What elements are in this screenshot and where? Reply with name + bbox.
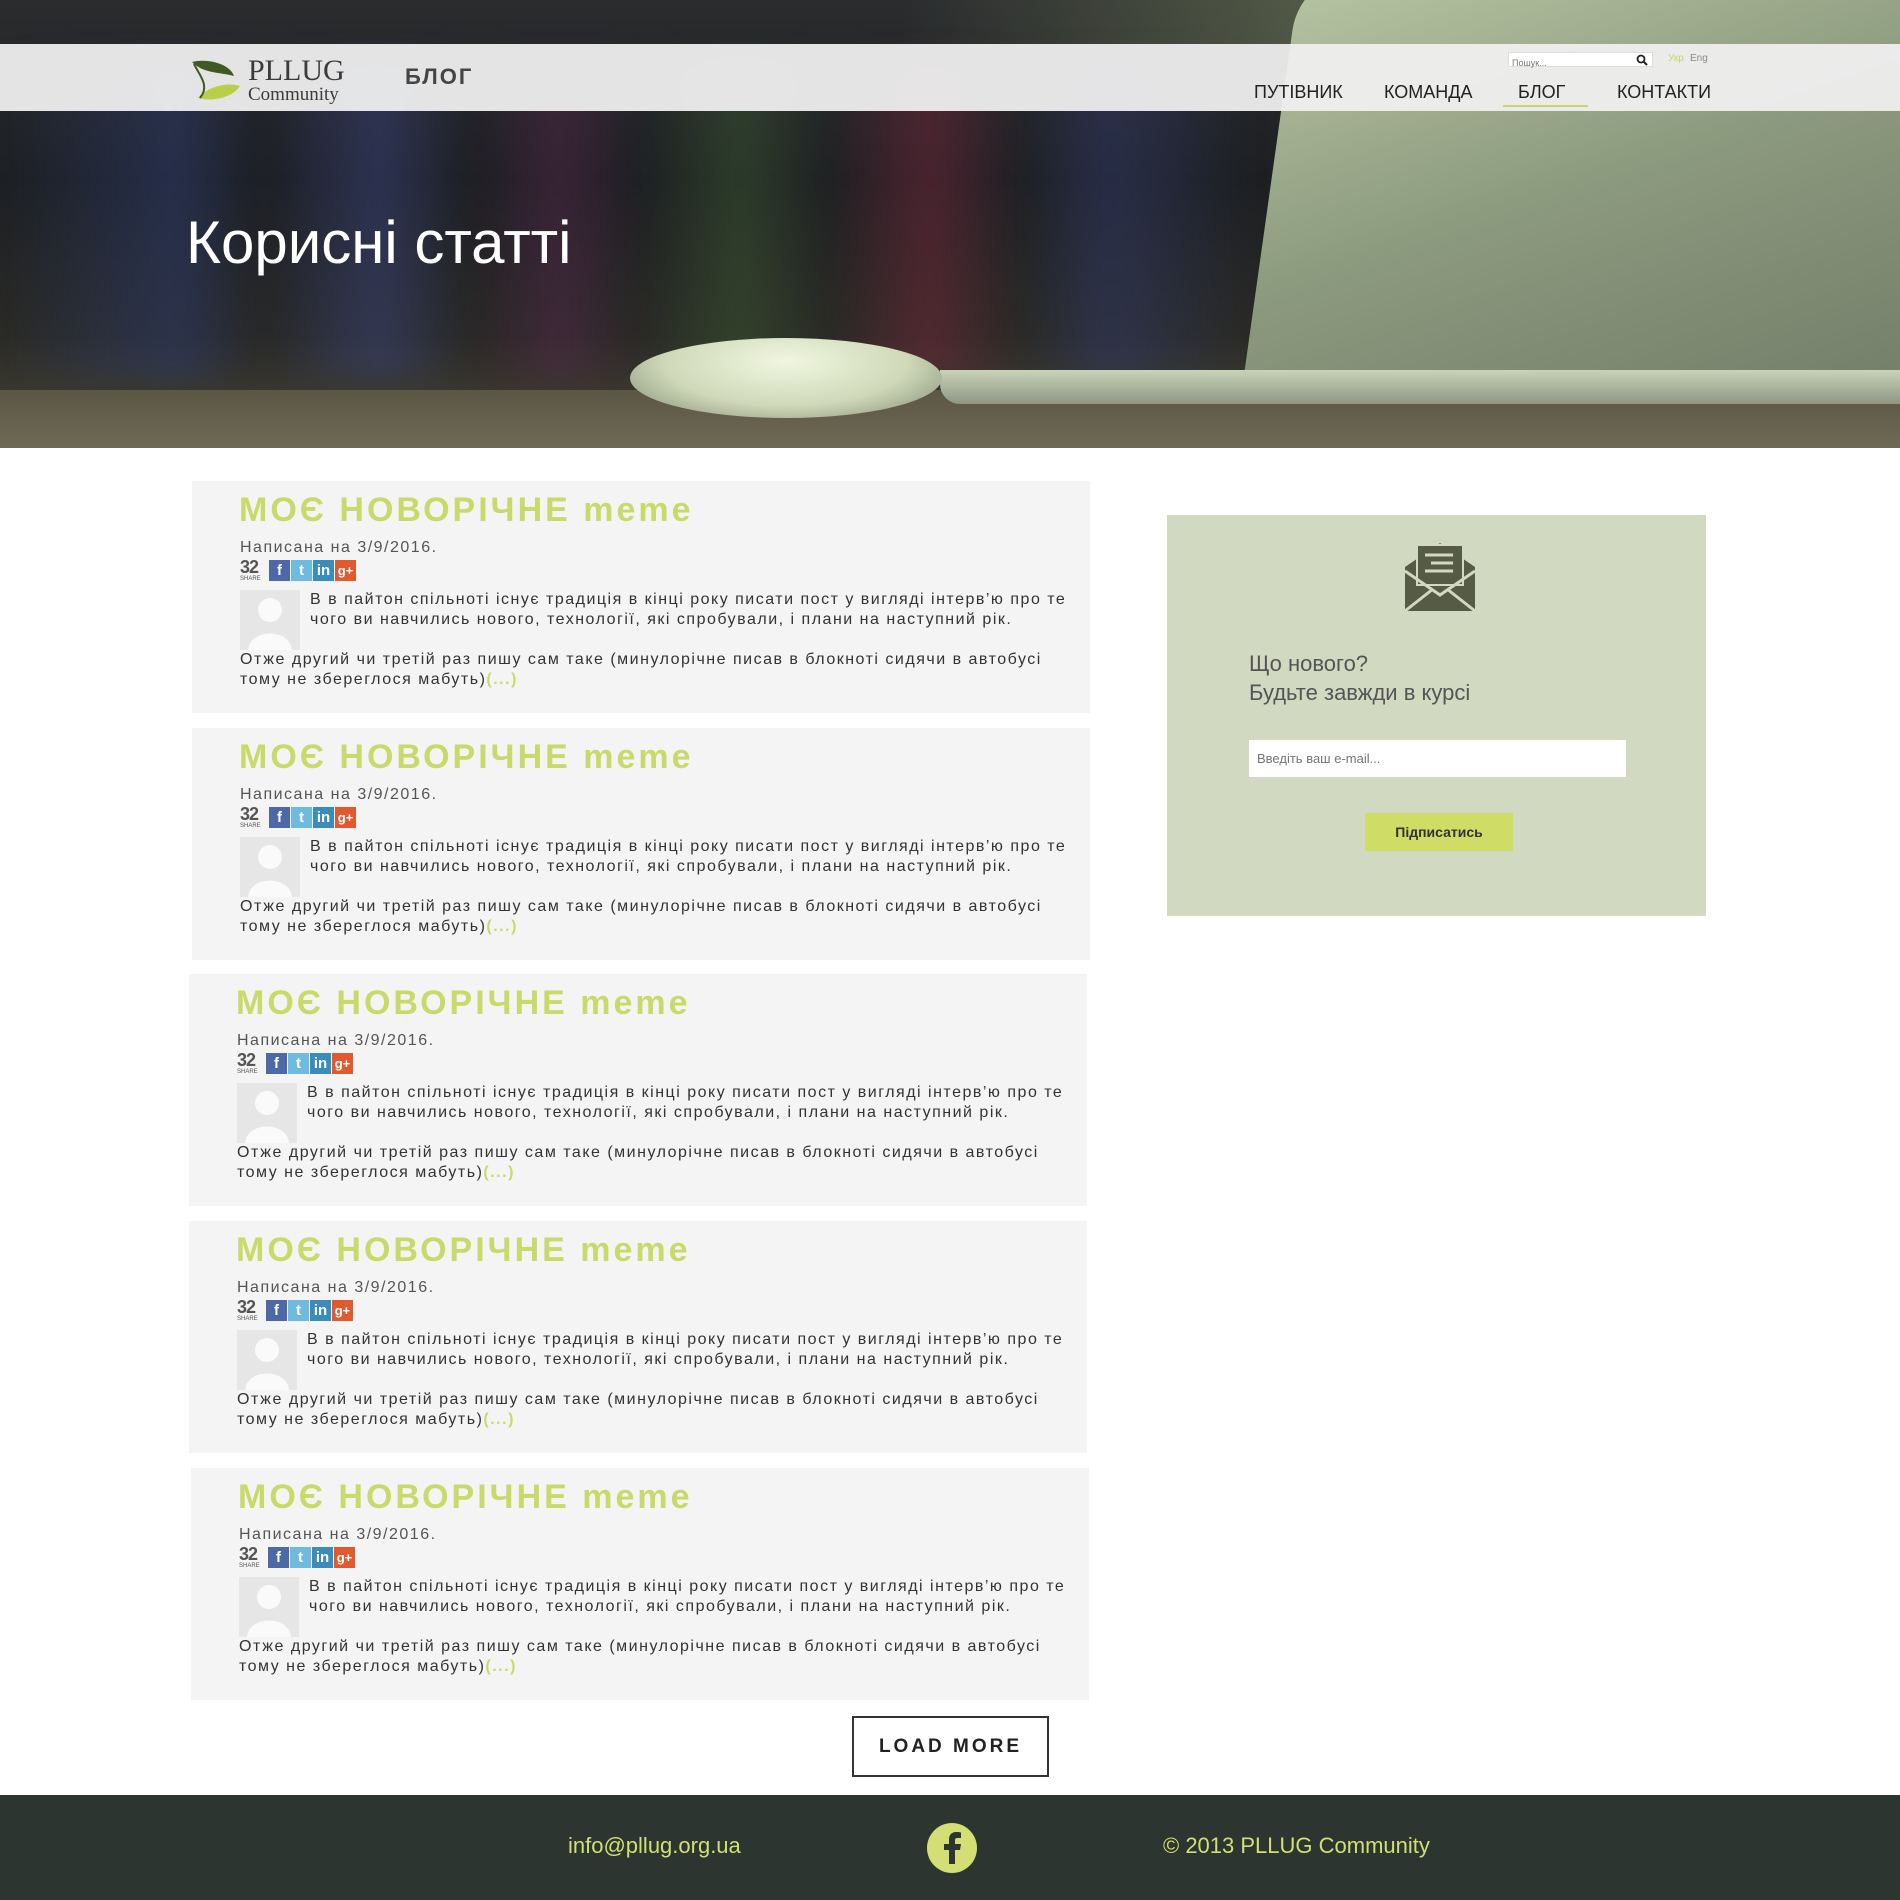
avatar bbox=[240, 837, 300, 897]
section-label: БЛОГ bbox=[405, 64, 474, 89]
share-bar: 32 SHARE f t in g+ bbox=[240, 804, 357, 829]
read-more-link[interactable]: (...) bbox=[486, 918, 518, 935]
linkedin-share-icon[interactable]: in bbox=[313, 560, 334, 581]
twitter-share-icon[interactable]: t bbox=[288, 1300, 309, 1321]
twitter-share-icon[interactable]: t bbox=[291, 560, 312, 581]
post-title[interactable]: МОЄ НОВОРІЧНЕ meme bbox=[236, 1231, 691, 1270]
post-excerpt: В в пайтон спільноті існує традиція в кі… bbox=[307, 1084, 1064, 1121]
subscribe-widget: Що нового? Будьте завжди в курсі Підписа… bbox=[1167, 515, 1706, 916]
avatar bbox=[240, 590, 300, 650]
post-date: Написана на 3/9/2016. bbox=[237, 1032, 435, 1049]
googleplus-share-icon[interactable]: g+ bbox=[332, 1300, 353, 1321]
hero-mouse-image bbox=[630, 338, 942, 418]
nav-item-contacts[interactable]: КОНТАКТИ bbox=[1617, 82, 1711, 103]
post-card: МОЄ НОВОРІЧНЕ meme Написана на 3/9/2016.… bbox=[189, 974, 1087, 1206]
post-title[interactable]: МОЄ НОВОРІЧНЕ meme bbox=[238, 1478, 693, 1517]
post-excerpt: В в пайтон спільноті існує традиція в кі… bbox=[307, 1331, 1064, 1368]
post-excerpt: В в пайтон спільноті існує традиція в кі… bbox=[309, 1578, 1066, 1615]
nav-active-indicator bbox=[1503, 105, 1588, 107]
post-card: МОЄ НОВОРІЧНЕ meme Написана на 3/9/2016.… bbox=[192, 728, 1090, 960]
lang-en-link[interactable]: Eng bbox=[1690, 53, 1708, 64]
share-bar: 32 SHARE f t in g+ bbox=[239, 1544, 356, 1569]
post-card: МОЄ НОВОРІЧНЕ meme Написана на 3/9/2016.… bbox=[191, 1468, 1089, 1700]
read-more-link[interactable]: (...) bbox=[485, 1658, 517, 1675]
site-header: PLLUG Community БЛОГ Укр Eng ПУТІВНИК КО… bbox=[0, 44, 1900, 111]
leaf-logo-icon bbox=[192, 60, 240, 100]
page-title: Корисні статті bbox=[186, 209, 572, 276]
nav-item-team[interactable]: КОМАНДА bbox=[1384, 82, 1472, 103]
hero-laptop-edge bbox=[940, 370, 1900, 404]
read-more-link[interactable]: (...) bbox=[483, 1164, 515, 1181]
googleplus-share-icon[interactable]: g+ bbox=[335, 560, 356, 581]
post-excerpt-continued: Отже другий чи третій раз пишу сам таке … bbox=[239, 1638, 1041, 1675]
post-date: Написана на 3/9/2016. bbox=[240, 786, 438, 803]
share-count: 32 SHARE bbox=[240, 557, 261, 582]
facebook-share-icon[interactable]: f bbox=[266, 1300, 287, 1321]
post-date: Написана на 3/9/2016. bbox=[239, 1526, 437, 1543]
share-bar: 32 SHARE f t in g+ bbox=[237, 1050, 354, 1075]
facebook-share-icon[interactable]: f bbox=[268, 1547, 289, 1568]
avatar bbox=[237, 1083, 297, 1143]
lang-ua-link[interactable]: Укр bbox=[1668, 53, 1684, 64]
linkedin-share-icon[interactable]: in bbox=[310, 1053, 331, 1074]
post-excerpt-continued: Отже другий чи третій раз пишу сам таке … bbox=[240, 898, 1042, 935]
googleplus-share-icon[interactable]: g+ bbox=[334, 1547, 355, 1568]
linkedin-share-icon[interactable]: in bbox=[313, 807, 334, 828]
email-field[interactable] bbox=[1249, 740, 1626, 777]
twitter-share-icon[interactable]: t bbox=[291, 807, 312, 828]
search-box bbox=[1508, 52, 1653, 70]
post-card: МОЄ НОВОРІЧНЕ meme Написана на 3/9/2016.… bbox=[189, 1221, 1087, 1453]
post-excerpt: В в пайтон спільноті існує традиція в кі… bbox=[310, 591, 1067, 628]
twitter-share-icon[interactable]: t bbox=[290, 1547, 311, 1568]
googleplus-share-icon[interactable]: g+ bbox=[332, 1053, 353, 1074]
post-title[interactable]: МОЄ НОВОРІЧНЕ meme bbox=[239, 738, 694, 777]
avatar bbox=[237, 1330, 297, 1390]
facebook-share-icon[interactable]: f bbox=[269, 560, 290, 581]
post-excerpt-continued: Отже другий чи третій раз пишу сам таке … bbox=[237, 1391, 1039, 1428]
post-date: Написана на 3/9/2016. bbox=[237, 1279, 435, 1296]
facebook-share-icon[interactable]: f bbox=[269, 807, 290, 828]
linkedin-share-icon[interactable]: in bbox=[310, 1300, 331, 1321]
search-input[interactable] bbox=[1509, 56, 1627, 70]
nav-item-guide[interactable]: ПУТІВНИК bbox=[1254, 82, 1343, 103]
linkedin-share-icon[interactable]: in bbox=[312, 1547, 333, 1568]
logo-title: PLLUG bbox=[248, 54, 345, 87]
logo[interactable]: PLLUG Community bbox=[190, 54, 360, 105]
share-bar: 32 SHARE f t in g+ bbox=[240, 557, 357, 582]
post-excerpt-continued: Отже другий чи третій раз пишу сам таке … bbox=[237, 1144, 1039, 1181]
twitter-share-icon[interactable]: t bbox=[288, 1053, 309, 1074]
search-icon[interactable] bbox=[1636, 54, 1648, 66]
share-count: 32 SHARE bbox=[237, 1050, 258, 1075]
share-count: 32 SHARE bbox=[237, 1297, 258, 1322]
load-more-button[interactable]: LOAD MORE bbox=[852, 1716, 1049, 1777]
share-bar: 32 SHARE f t in g+ bbox=[237, 1297, 354, 1322]
post-title[interactable]: МОЄ НОВОРІЧНЕ meme bbox=[236, 984, 691, 1023]
read-more-link[interactable]: (...) bbox=[486, 671, 518, 688]
subscribe-button[interactable]: Підписатись bbox=[1365, 813, 1513, 851]
post-excerpt-continued: Отже другий чи третій раз пишу сам таке … bbox=[240, 651, 1042, 688]
post-excerpt: В в пайтон спільноті існує традиція в кі… bbox=[310, 838, 1067, 875]
nav-item-blog[interactable]: БЛОГ bbox=[1518, 82, 1565, 103]
post-title[interactable]: МОЄ НОВОРІЧНЕ meme bbox=[239, 491, 694, 530]
facebook-icon[interactable] bbox=[927, 1823, 977, 1873]
footer-copyright: © 2013 PLLUG Community bbox=[1163, 1833, 1430, 1858]
googleplus-share-icon[interactable]: g+ bbox=[335, 807, 356, 828]
avatar bbox=[239, 1577, 299, 1637]
site-footer: info@pllug.org.ua © 2013 PLLUG Community bbox=[0, 1795, 1900, 1900]
share-count: 32 SHARE bbox=[239, 1544, 260, 1569]
share-count: 32 SHARE bbox=[240, 804, 261, 829]
post-card: МОЄ НОВОРІЧНЕ meme Написана на 3/9/2016.… bbox=[192, 481, 1090, 713]
read-more-link[interactable]: (...) bbox=[483, 1411, 515, 1428]
subscribe-heading: Що нового? Будьте завжди в курсі bbox=[1249, 651, 1471, 705]
facebook-share-icon[interactable]: f bbox=[266, 1053, 287, 1074]
post-date: Написана на 3/9/2016. bbox=[240, 539, 438, 556]
logo-subtitle: Community bbox=[248, 84, 339, 105]
envelope-icon bbox=[1404, 543, 1476, 613]
footer-email-link[interactable]: info@pllug.org.ua bbox=[568, 1833, 741, 1859]
